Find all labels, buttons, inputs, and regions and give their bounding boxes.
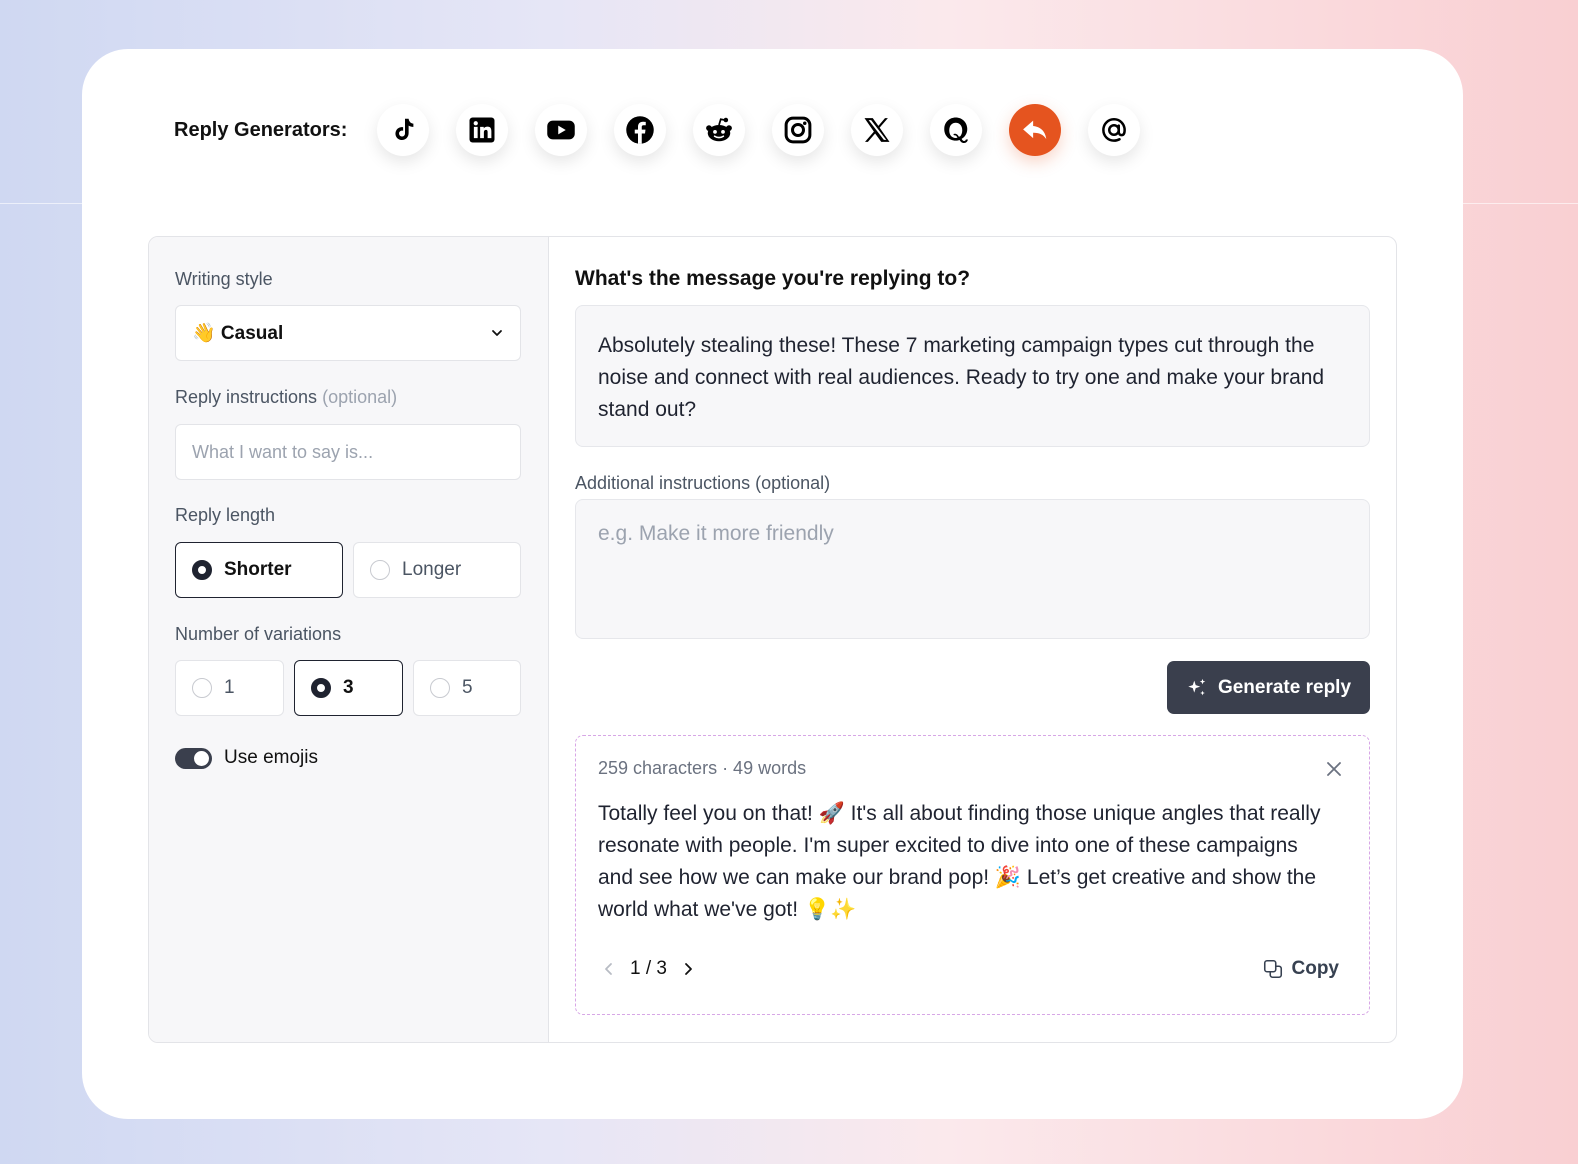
chevron-right-icon[interactable] [681,962,695,976]
sparkles-icon [1188,678,1206,695]
variation-option-5[interactable]: 5 [413,660,521,716]
additional-instructions-input[interactable] [575,499,1370,639]
close-icon[interactable] [1325,760,1343,778]
x-icon [864,118,890,142]
linkedin-button[interactable] [456,104,509,156]
length-option-shorter[interactable]: Shorter [175,542,343,598]
length-option-longer[interactable]: Longer [353,542,521,598]
tiktok-button[interactable] [377,104,430,156]
reply-generators-label: Reply Generators: [174,118,348,141]
radio-selected-icon [311,678,331,698]
reddit-button[interactable] [693,104,746,156]
radio-empty-icon [192,678,212,698]
writing-style-value: 👋 Casual [192,323,284,344]
copy-button[interactable]: Copy [1262,958,1340,980]
youtube-icon [547,120,576,140]
facebook-icon [626,116,655,144]
copy-label: Copy [1291,958,1340,979]
facebook-button[interactable] [614,104,667,156]
youtube-button[interactable] [535,104,588,156]
reply-generators-bar: Reply Generators: [174,104,1141,156]
toggle-knob [194,750,209,766]
instagram-button[interactable] [772,104,825,156]
writing-style-label: Writing style [175,269,273,289]
reply-instructions-label-text: Reply instructions [175,387,318,407]
reply-button[interactable] [1009,104,1062,156]
pager-count: 1 / 3 [630,958,667,979]
reply-instructions-label: Reply instructions (optional) [175,387,397,408]
writing-style-select[interactable]: 👋 Casual [175,305,521,361]
use-emojis-toggle[interactable] [175,747,212,769]
reply-icon [1023,120,1047,139]
radio-empty-icon [370,560,390,580]
settings-sidebar: Writing style 👋 Casual Reply instruction… [149,237,549,1042]
additional-instructions-label: Additional instructions (optional) [575,473,831,493]
length-option-label: Shorter [224,559,292,580]
radio-selected-icon [192,560,212,580]
reddit-icon [706,117,733,142]
length-option-label: Longer [402,559,462,580]
variation-option-1[interactable]: 1 [175,660,284,716]
message-area: What's the message you're replying to? A… [549,237,1396,1042]
chevron-left-icon[interactable] [602,962,616,976]
reply-instructions-input[interactable] [175,424,521,480]
tiktok-icon [395,118,414,141]
reply-length-label: Reply length [175,505,276,525]
variation-option-label: 5 [462,677,473,698]
variation-pager: 1 / 3 [602,958,695,980]
message-question-title: What's the message you're replying to? [575,267,971,290]
quora-icon [944,117,969,143]
chevron-down-icon [492,330,502,336]
generated-reply-text: Totally feel you on that! 🚀 It's all abo… [598,802,1321,921]
radio-empty-icon [430,678,450,698]
use-emojis-label: Use emojis [224,747,318,768]
variation-option-3[interactable]: 3 [294,660,403,716]
variations-label: Number of variations [175,624,342,644]
email-button[interactable] [1088,104,1141,156]
linkedin-icon [469,117,495,143]
use-emojis-row: Use emojis [175,747,318,769]
generate-reply-label: Generate reply [1217,676,1352,698]
reply-form-panel: Writing style 👋 Casual Reply instruction… [148,236,1397,1043]
optional-tag: (optional) [322,387,398,407]
instagram-icon [785,116,812,144]
main-card: Reply Generators: Writing style 👋 Casual… [82,49,1463,1119]
quora-button[interactable] [930,104,983,156]
original-message-box[interactable]: Absolutely stealing these! These 7 marke… [575,305,1370,447]
copy-icon [1263,959,1282,979]
variation-option-label: 3 [343,677,354,698]
generate-reply-button[interactable]: Generate reply [1167,661,1370,714]
generated-reply-card: 259 characters · 49 words Totally feel y… [575,735,1370,1015]
variation-option-label: 1 [224,677,235,698]
email-icon [1102,117,1127,142]
x-button[interactable] [851,104,904,156]
reply-stats: 259 characters · 49 words [598,758,807,778]
